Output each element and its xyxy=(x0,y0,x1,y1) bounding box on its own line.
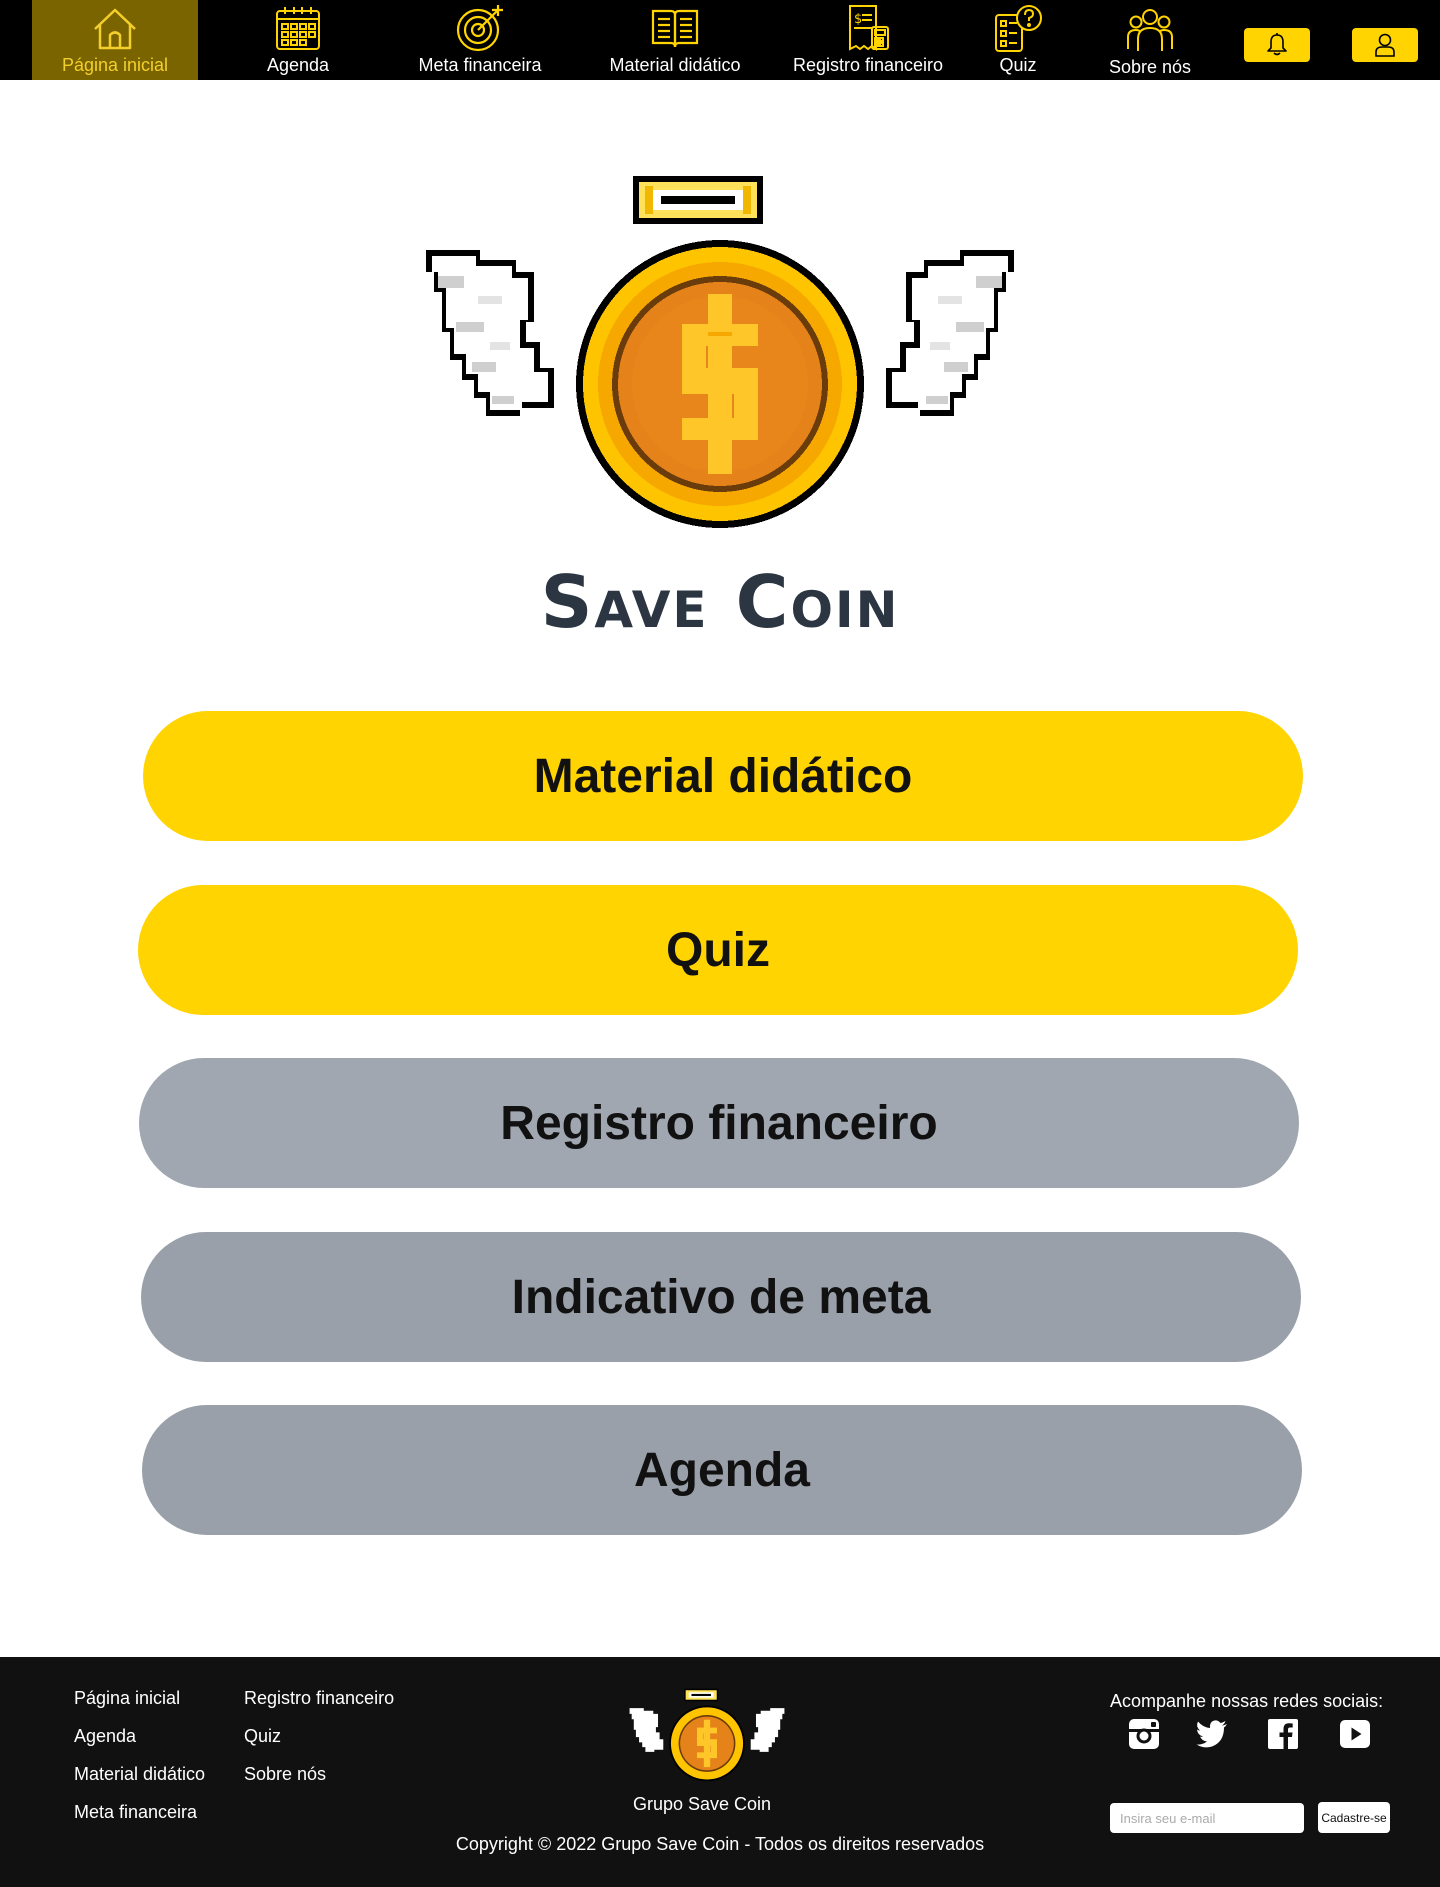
nav-label: Sobre nós xyxy=(1108,57,1192,77)
nav-item-registro-financeiro[interactable]: $ Registro financeiro xyxy=(788,0,948,80)
nav-item-pagina-inicial[interactable]: Página inicial xyxy=(32,0,198,80)
nav-item-material-didatico[interactable]: Material didático xyxy=(600,0,750,80)
footer-logo xyxy=(629,1688,785,1782)
nav-label: Quiz xyxy=(999,55,1037,75)
footer-link-agenda[interactable]: Agenda xyxy=(74,1726,136,1747)
social-title: Acompanhe nossas redes sociais: xyxy=(1110,1691,1384,1711)
nav-item-meta-financeira[interactable]: Meta financeira xyxy=(405,0,555,80)
group-icon xyxy=(1127,9,1173,51)
footer-link-quiz[interactable]: Quiz xyxy=(244,1726,281,1747)
footer-link-meta-financeira[interactable]: Meta financeira xyxy=(74,1802,197,1823)
nav-label: Material didático xyxy=(609,55,741,75)
nav-item-agenda[interactable]: Agenda xyxy=(248,0,348,80)
footer-link-registro-financeiro[interactable]: Registro financeiro xyxy=(244,1688,394,1709)
nav-label: Registro financeiro xyxy=(792,55,944,75)
nav-label: Meta financeira xyxy=(418,55,542,75)
receipt-calculator-icon: $ xyxy=(849,5,889,51)
youtube-icon[interactable] xyxy=(1338,1717,1372,1751)
user-icon xyxy=(1375,33,1395,57)
twitter-icon[interactable] xyxy=(1195,1717,1229,1751)
footer-link-material-didatico[interactable]: Material didático xyxy=(74,1764,205,1785)
subscribe-button[interactable]: Cadastre-se xyxy=(1318,1802,1390,1833)
nav-item-quiz[interactable]: Quiz xyxy=(990,0,1046,80)
material-didatico-button[interactable]: Material didático xyxy=(143,711,1303,841)
copyright-text: Copyright © 2022 Grupo Save Coin - Todos… xyxy=(455,1834,985,1854)
footer-link-sobre-nos[interactable]: Sobre nós xyxy=(244,1764,326,1785)
quiz-button[interactable]: Quiz xyxy=(138,885,1298,1015)
notifications-button[interactable] xyxy=(1244,28,1310,62)
footer: Página inicial Agenda Material didático … xyxy=(0,1657,1440,1887)
nav-item-sobre-nos[interactable]: Sobre nós xyxy=(1100,0,1200,80)
user-profile-button[interactable] xyxy=(1352,28,1418,62)
bell-icon xyxy=(1267,33,1287,56)
indicativo-de-meta-button[interactable]: Indicativo de meta xyxy=(141,1232,1301,1362)
agenda-button[interactable]: Agenda xyxy=(142,1405,1302,1535)
svg-text:$: $ xyxy=(854,12,862,27)
brand-title: Save Coin xyxy=(540,560,900,644)
registro-financeiro-button[interactable]: Registro financeiro xyxy=(139,1058,1299,1188)
calendar-icon xyxy=(276,7,320,50)
footer-link-pagina-inicial[interactable]: Página inicial xyxy=(74,1688,180,1709)
house-icon xyxy=(94,8,136,50)
nav-label: Página inicial xyxy=(61,55,169,75)
target-icon xyxy=(456,5,503,52)
open-book-icon xyxy=(651,9,699,48)
email-input[interactable] xyxy=(1110,1803,1304,1833)
winged-coin-logo xyxy=(426,176,1014,528)
top-navigation: Página inicial Agenda Meta financeira Ma… xyxy=(0,0,1440,80)
instagram-icon[interactable] xyxy=(1127,1717,1161,1751)
quiz-icon xyxy=(995,5,1042,52)
footer-brand: Grupo Save Coin xyxy=(632,1794,772,1814)
nav-label: Agenda xyxy=(266,55,330,75)
facebook-icon[interactable] xyxy=(1266,1717,1300,1751)
